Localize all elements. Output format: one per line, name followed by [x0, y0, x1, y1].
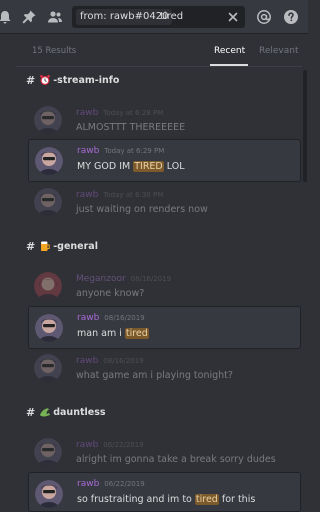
scrollbar-thumb[interactable] — [303, 70, 307, 182]
message-author[interactable]: rawb 06/22/2019 — [77, 479, 145, 489]
message-timestamp: 08/16/2019 — [103, 357, 144, 365]
members-icon[interactable] — [47, 9, 63, 25]
search-result-context[interactable]: Meganzoor 08/16/2019 anyone know? — [28, 270, 301, 302]
message-author[interactable]: rawb Today at 6:28 PM — [76, 108, 163, 118]
search-highlight: TIRED — [133, 161, 164, 172]
message-author[interactable]: rawb 08/16/2019 — [77, 313, 145, 323]
message-author[interactable]: rawb Today at 6:30 PM — [76, 190, 163, 200]
message-text: what game am i playing tonight? — [76, 370, 233, 381]
avatar — [34, 438, 62, 466]
results-count: 15 Results — [32, 46, 77, 56]
hash-icon: # — [26, 239, 36, 253]
search-result-context[interactable]: rawb Today at 6:28 PM ALMOSTTT THEREEEEE — [28, 104, 301, 136]
dragon-icon — [40, 408, 51, 417]
channel-name: -stream-info — [53, 74, 120, 86]
avatar — [35, 480, 63, 508]
message-text: so frustraiting and im to tired for this — [77, 494, 256, 505]
avatar — [34, 106, 62, 134]
message-timestamp: 06/22/2019 — [103, 441, 144, 449]
message-text: MY GOD IM TIRED LOL — [77, 161, 185, 172]
avatar — [34, 188, 62, 216]
message-text: man am i tired — [77, 328, 149, 339]
message-timestamp: 08/16/2019 — [104, 314, 145, 322]
channel-header-stream-info[interactable]: # -stream-info — [26, 72, 119, 88]
search-term: tired — [160, 11, 184, 22]
sidebar-edge — [0, 34, 12, 512]
channel-name: dauntless — [53, 406, 106, 418]
hash-icon: # — [26, 73, 36, 87]
channel-name: -general — [53, 240, 98, 252]
channel-header-general[interactable]: # -general — [26, 238, 98, 254]
top-bar: from: rawb#0420 tired — [0, 0, 308, 34]
message-timestamp: Today at 6:29 PM — [104, 147, 165, 155]
message-text: alright im gonna take a break sorry dude… — [76, 454, 276, 465]
search-result-hit[interactable]: rawb Today at 6:29 PM MY GOD IM TIRED LOL — [28, 139, 301, 182]
search-filter-chip[interactable]: from: rawb#0420 — [76, 9, 173, 25]
pin-icon[interactable] — [21, 9, 37, 25]
search-result-hit[interactable]: rawb 08/16/2019 man am i tired — [28, 306, 301, 349]
message-author[interactable]: rawb 08/16/2019 — [76, 356, 144, 366]
hash-icon: # — [26, 405, 36, 419]
search-result-context[interactable]: rawb 06/22/2019 alright im gonna take a b… — [28, 436, 301, 468]
alarm-clock-icon — [40, 74, 51, 85]
divider — [16, 66, 302, 67]
search-highlight: tired — [124, 328, 149, 339]
avatar — [34, 272, 62, 300]
bell-icon[interactable] — [0, 9, 13, 25]
avatar — [35, 314, 63, 342]
search-result-hit[interactable]: rawb 06/22/2019 so frustraiting and im to… — [28, 472, 301, 512]
search-result-context[interactable]: rawb 08/16/2019 what game am i playing to… — [28, 352, 301, 384]
message-text: anyone know? — [76, 288, 145, 299]
message-timestamp: 08/16/2019 — [130, 275, 172, 283]
message-timestamp: 06/22/2019 — [104, 480, 145, 488]
help-icon[interactable] — [283, 9, 299, 25]
message-text: just waiting on renders now — [76, 204, 208, 215]
search-result-context[interactable]: rawb Today at 6:30 PM just waiting on ren… — [28, 186, 301, 218]
avatar — [34, 354, 62, 382]
message-author[interactable]: Meganzoor 08/16/2019 — [76, 274, 171, 284]
beer-mug-icon — [41, 241, 50, 251]
message-timestamp: Today at 6:30 PM — [103, 191, 164, 199]
tab-recent[interactable]: Recent — [214, 46, 245, 56]
message-timestamp: Today at 6:28 PM — [103, 109, 164, 117]
search-highlight: tired — [194, 494, 219, 505]
search-input[interactable]: from: rawb#0420 tired — [72, 6, 245, 28]
clear-search-icon[interactable] — [227, 11, 239, 23]
avatar — [35, 147, 63, 175]
message-text: ALMOSTTT THEREEEEE — [76, 122, 186, 133]
channel-header-dauntless[interactable]: # dauntless — [26, 404, 106, 420]
message-author[interactable]: rawb 06/22/2019 — [76, 440, 144, 450]
message-author[interactable]: rawb Today at 6:29 PM — [77, 146, 164, 156]
tab-relevant[interactable]: Relevant — [259, 46, 299, 56]
mention-icon[interactable] — [256, 9, 272, 25]
